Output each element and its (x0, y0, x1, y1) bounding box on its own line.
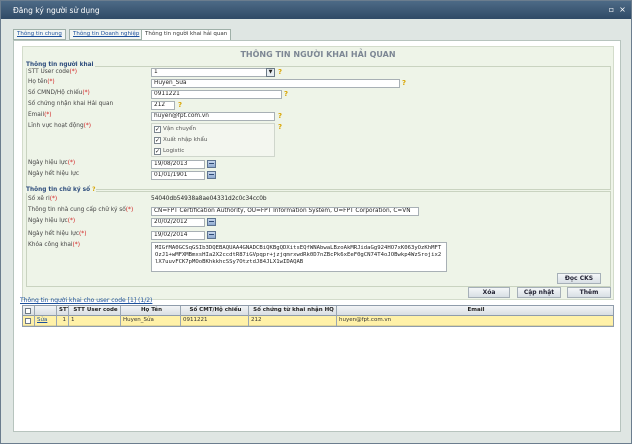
id-passport-input[interactable]: 0911221 (151, 90, 282, 99)
help-icon[interactable]: ? (278, 68, 284, 76)
column-header (35, 306, 57, 316)
calendar-icon[interactable] (207, 171, 216, 179)
column-header: Họ Tên (121, 306, 181, 316)
declarant-list-caption[interactable]: Thông tin người khai cho user code [1] (… (20, 297, 152, 304)
ca-provider-input[interactable]: CN=FPT Certification Authority, OU=FPT I… (151, 207, 419, 216)
window-title: Đăng ký người sử dụng (13, 6, 100, 15)
full-name-input[interactable]: Huyen_Sửa (151, 79, 400, 88)
email-input[interactable]: huyen@fpt.com.vn (151, 112, 275, 121)
row-user-code: 1 (69, 316, 121, 326)
email-label: Email(*) (28, 112, 52, 118)
checkbox[interactable] (25, 318, 31, 324)
row-name: Huyen_Sửa (121, 316, 181, 326)
stt-user-code-select[interactable]: 1 (151, 68, 275, 77)
public-key-textarea[interactable]: MIGfMA0GCSqGSIb3DQEBAQUAA4GNADCBiQKBgQDX… (151, 242, 447, 272)
serial-no-label: Số xê ri(*) (28, 196, 58, 202)
declarant-section-legend: Thông tin người khai (25, 62, 95, 68)
close-icon[interactable]: × (618, 5, 627, 14)
form-heading: THÔNG TIN NGƯỜI KHAI HẢI QUAN (240, 50, 396, 59)
declarant-table: STT STT User code Họ Tên Số CMT/Hộ chiếu… (22, 305, 614, 327)
chevron-down-icon[interactable]: ▼ (266, 68, 275, 77)
table-header: STT STT User code Họ Tên Số CMT/Hộ chiếu… (23, 306, 613, 316)
update-button[interactable]: Cập nhật (517, 287, 561, 298)
edit-link[interactable]: Sửa (35, 316, 57, 326)
expiry-date-input[interactable]: 01/01/1901 (151, 171, 205, 180)
row-email: huyen@fpt.com.vn (339, 317, 392, 323)
delete-button[interactable]: Xóa (468, 287, 510, 298)
table-row[interactable]: Sửa 1 1 Huyen_Sửa 0911221 212 huyen@fpt.… (23, 316, 613, 326)
help-icon[interactable]: ? (92, 187, 95, 193)
row-stt: 1 (57, 316, 69, 326)
checkbox[interactable]: ✓ (154, 137, 161, 144)
row-id-no: 0911221 (181, 316, 249, 326)
sig-effective-date-label: Ngày hiệu lực(*) (28, 218, 76, 224)
tab-general-info[interactable]: Thông tin chung (13, 29, 66, 40)
signature-section (26, 191, 611, 287)
serial-no-value: 54040db54938a8ae04331d2c0c34cc0b (151, 196, 267, 202)
add-button[interactable]: Thêm (567, 287, 611, 298)
sig-effective-date-input[interactable]: 20/02/2012 (151, 218, 205, 227)
effective-date-input[interactable]: 19/08/2013 (151, 160, 205, 169)
checkbox[interactable] (25, 308, 31, 314)
column-header: Số CMT/Hộ chiếu (181, 306, 249, 316)
register-user-window: Đăng ký người sử dụng ▫ × Thông tin chun… (0, 0, 632, 444)
column-header: Email (467, 307, 485, 313)
id-passport-label: Số CMND/Hộ chiếu(*) (28, 90, 90, 96)
signature-section-legend: Thông tin chữ ký số ? (25, 187, 97, 193)
minimize-icon[interactable]: ▫ (607, 5, 616, 14)
help-icon[interactable]: ? (178, 101, 184, 109)
checkbox[interactable]: ✓ (154, 148, 161, 155)
row-select-cell[interactable] (23, 316, 35, 326)
calendar-icon[interactable] (207, 231, 216, 239)
read-cks-button[interactable]: Đọc CKS (557, 273, 601, 284)
public-key-label: Khóa công khai(*) (28, 242, 80, 248)
tab-panel: THÔNG TIN NGƯỜI KHAI HẢI QUAN Thông tin … (13, 40, 621, 432)
help-icon[interactable]: ? (278, 123, 284, 131)
effective-date-label: Ngày hiệu lực(*) (28, 160, 76, 166)
declarant-form: THÔNG TIN NGƯỜI KHAI HẢI QUAN Thông tin … (22, 46, 614, 300)
checkbox[interactable]: ✓ (154, 126, 161, 133)
expiry-date-label: Ngày hết hiệu lực (28, 171, 80, 177)
calendar-icon[interactable] (207, 160, 216, 168)
operation-field-list: ✓ Vận chuyển ✓ Xuất nhập khẩu ✓ Logistic (151, 123, 275, 157)
stt-user-code-label: STT User code(*) (28, 69, 77, 75)
row-cert-no: 212 (249, 316, 337, 326)
sig-expiry-date-label: Ngày hết hiệu lực(*) (28, 231, 87, 237)
column-header: Số chứng từ khai nhận HQ (249, 306, 337, 316)
sig-expiry-date-input[interactable]: 19/02/2014 (151, 231, 205, 240)
customs-cert-label: Số chứng nhận khai Hải quan (28, 101, 114, 107)
operation-field-label: Lĩnh vực hoạt động(*) (28, 123, 92, 129)
help-icon[interactable]: ? (402, 79, 408, 87)
full-name-label: Họ tên(*) (28, 79, 55, 85)
column-header: STT User code (69, 306, 121, 316)
calendar-icon[interactable] (207, 218, 216, 226)
column-header: STT (57, 306, 69, 316)
select-all-cell[interactable] (23, 306, 35, 316)
ca-provider-label: Thông tin nhà cung cấp chữ ký số(*) (28, 207, 134, 213)
help-icon[interactable]: ? (284, 90, 290, 98)
tab-company-info[interactable]: Thông tin Doanh nghiệp (69, 29, 144, 40)
help-icon[interactable]: ? (278, 112, 284, 120)
window-titlebar: Đăng ký người sử dụng ▫ × (1, 1, 631, 19)
customs-cert-input[interactable]: 212 (151, 101, 175, 110)
